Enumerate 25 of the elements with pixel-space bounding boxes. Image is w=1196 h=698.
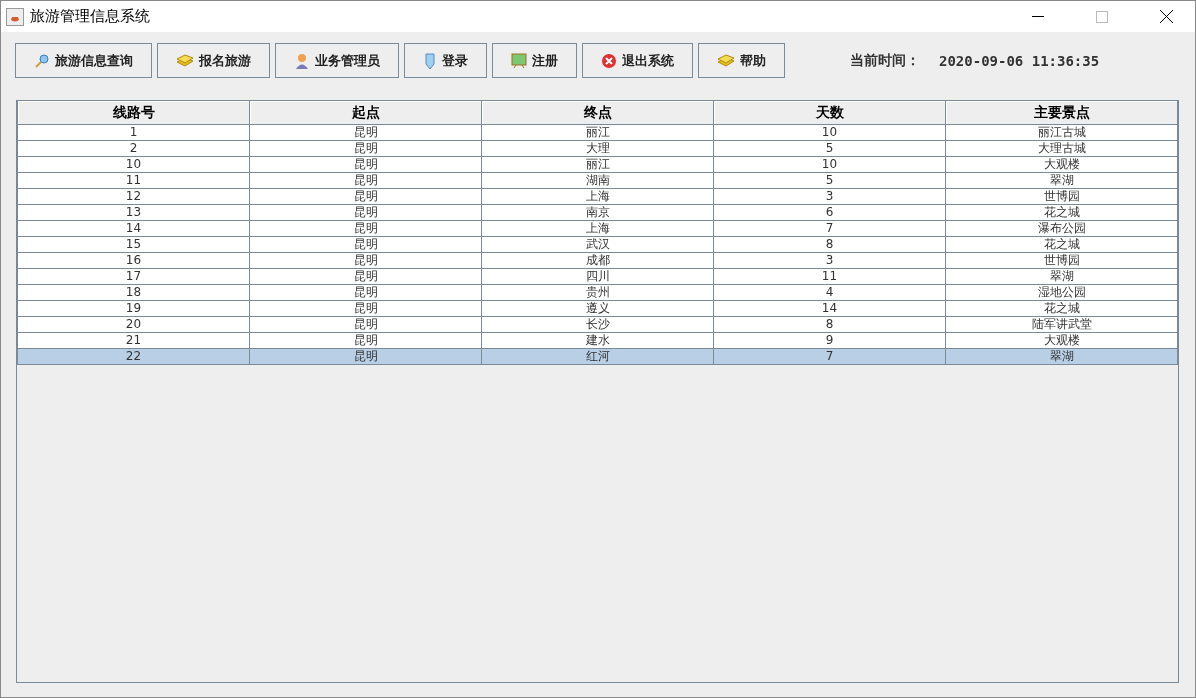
close-icon (601, 52, 617, 69)
toolbar-button[interactable]: 退出系统 (582, 43, 693, 78)
maximize-icon (1096, 10, 1108, 23)
close-icon (1159, 10, 1173, 23)
toolbar-button[interactable]: 业务管理员 (275, 43, 399, 78)
person-icon (294, 51, 310, 70)
books-icon (176, 53, 194, 68)
books-icon (717, 53, 735, 68)
toolbar-button[interactable]: 旅游信息查询 (15, 43, 152, 78)
clock-value: 2020-09-06 11:36:35 (939, 52, 1100, 69)
minimize-icon (1032, 16, 1044, 17)
clock-label: 当前时间： (850, 51, 920, 70)
toolbar-button[interactable]: 帮助 (698, 43, 785, 78)
column-header[interactable]: 天数 (713, 101, 946, 125)
column-header[interactable]: 主要景点 (945, 101, 1178, 125)
picture-icon (511, 52, 527, 69)
magnifier-icon (34, 52, 50, 69)
app-icon (6, 7, 24, 26)
column-header[interactable]: 线路号 (17, 101, 250, 125)
toolbar-button[interactable]: 登录 (404, 43, 487, 78)
toolbar-button[interactable]: 报名旅游 (157, 43, 270, 78)
toolbar-button[interactable]: 注册 (492, 43, 577, 78)
window-title: 旅游管理信息系统 (30, 7, 151, 26)
column-header[interactable]: 起点 (249, 101, 482, 125)
column-header[interactable]: 终点 (481, 101, 714, 125)
